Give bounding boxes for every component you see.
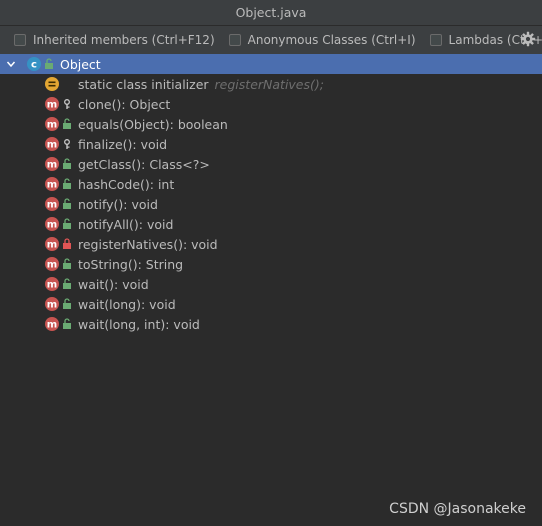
- protected-visibility-icon: [64, 99, 70, 109]
- inherited-members-checkbox[interactable]: Inherited members (Ctrl+F12): [14, 33, 215, 47]
- watermark: CSDN @Jasonakeke: [389, 501, 526, 517]
- method-icon: m: [45, 177, 59, 191]
- tree-member-label: static class initializer: [78, 76, 209, 92]
- checkbox-box[interactable]: [228, 34, 241, 46]
- tree-member-item[interactable]: m equals(Object): boolean: [0, 114, 542, 134]
- window-title-bar: Object.java: [0, 0, 542, 26]
- tree-member-label: registerNatives(): void: [78, 236, 218, 252]
- tree-member-label: finalize(): void: [78, 136, 168, 152]
- svg-text:m: m: [47, 300, 57, 311]
- window-title: Object.java: [235, 5, 307, 20]
- tree-member-label: clone(): Object: [78, 96, 171, 112]
- method-icon: m: [45, 297, 59, 311]
- tree-member-item[interactable]: static class initializer registerNatives(…: [0, 74, 542, 94]
- public-visibility-icon: [63, 298, 71, 309]
- svg-text:m: m: [47, 140, 57, 151]
- tree-member-label: getClass(): Class<?>: [78, 156, 210, 172]
- svg-text:m: m: [47, 100, 57, 111]
- svg-text:m: m: [47, 280, 57, 291]
- tree-member-hint: registerNatives();: [214, 76, 324, 92]
- checkbox-box[interactable]: [14, 34, 26, 46]
- method-icon: m: [45, 317, 59, 331]
- tree-member-item[interactable]: m getClass(): Class<?>: [0, 154, 542, 174]
- anonymous-classes-label: Anonymous Classes (Ctrl+I): [247, 33, 416, 47]
- static-initializer-icon: [45, 77, 59, 91]
- tree-member-label: notifyAll(): void: [78, 216, 174, 232]
- member-list: static class initializer registerNatives(…: [0, 74, 542, 334]
- tree-member-item[interactable]: m notify(): void: [0, 194, 542, 214]
- svg-text:m: m: [47, 220, 57, 231]
- svg-text:m: m: [47, 320, 57, 331]
- public-visibility-icon: [63, 198, 71, 209]
- tree-member-label: toString(): String: [78, 256, 184, 272]
- method-icon: m: [45, 217, 59, 231]
- svg-text:m: m: [47, 160, 57, 171]
- svg-text:m: m: [47, 240, 57, 251]
- tree-member-item[interactable]: m wait(long): void: [0, 294, 542, 314]
- public-visibility-icon: [63, 218, 71, 229]
- tree-member-label: equals(Object): boolean: [78, 116, 228, 132]
- tree-member-item[interactable]: m clone(): Object: [0, 94, 542, 114]
- tree-member-label: hashCode(): int: [78, 176, 175, 192]
- tree-root-object[interactable]: c Object: [0, 54, 542, 74]
- public-visibility-icon: [63, 118, 71, 129]
- method-icon: m: [45, 117, 59, 131]
- gear-icon[interactable]: [520, 31, 536, 47]
- svg-text:m: m: [47, 120, 57, 131]
- tree-member-label: notify(): void: [78, 196, 158, 212]
- tree-member-item[interactable]: m wait(long, int): void: [0, 314, 542, 334]
- no-visibility-icon: [62, 78, 72, 90]
- method-icon: m: [45, 157, 59, 171]
- public-visibility-icon: [63, 278, 71, 289]
- protected-visibility-icon: [64, 139, 70, 149]
- chevron-down-icon[interactable]: [6, 59, 16, 69]
- structure-toolbar: Inherited members (Ctrl+F12) Anonymous C…: [0, 26, 542, 55]
- public-visibility-icon: [45, 58, 53, 69]
- tree-member-item[interactable]: m finalize(): void: [0, 134, 542, 154]
- method-icon: m: [45, 137, 59, 151]
- anonymous-classes-checkbox[interactable]: Anonymous Classes (Ctrl+I): [228, 33, 416, 47]
- public-visibility-icon: [63, 258, 71, 269]
- svg-text:m: m: [47, 200, 57, 211]
- public-visibility-icon: [63, 158, 71, 169]
- tree-member-label: wait(long): void: [78, 296, 176, 312]
- svg-text:m: m: [47, 260, 57, 271]
- class-icon: c: [27, 57, 41, 71]
- tree-member-item[interactable]: m toString(): String: [0, 254, 542, 274]
- method-icon: m: [45, 277, 59, 291]
- tree-member-item[interactable]: m notifyAll(): void: [0, 214, 542, 234]
- tree-member-label: wait(): void: [78, 276, 149, 292]
- tree-root-label: Object: [60, 56, 101, 72]
- structure-tree: c Object static class initializer registe…: [0, 54, 542, 334]
- private-visibility-icon: [63, 238, 71, 249]
- public-visibility-icon: [63, 178, 71, 189]
- svg-text:c: c: [31, 60, 37, 71]
- inherited-members-label: Inherited members (Ctrl+F12): [33, 33, 215, 47]
- method-icon: m: [45, 257, 59, 271]
- tree-member-item[interactable]: m registerNatives(): void: [0, 234, 542, 254]
- method-icon: m: [45, 97, 59, 111]
- public-visibility-icon: [63, 318, 71, 329]
- tree-member-item[interactable]: m wait(): void: [0, 274, 542, 294]
- tree-member-label: wait(long, int): void: [78, 316, 200, 332]
- svg-text:m: m: [47, 180, 57, 191]
- checkbox-box[interactable]: [429, 34, 442, 46]
- method-icon: m: [45, 237, 59, 251]
- method-icon: m: [45, 197, 59, 211]
- tree-member-item[interactable]: m hashCode(): int: [0, 174, 542, 194]
